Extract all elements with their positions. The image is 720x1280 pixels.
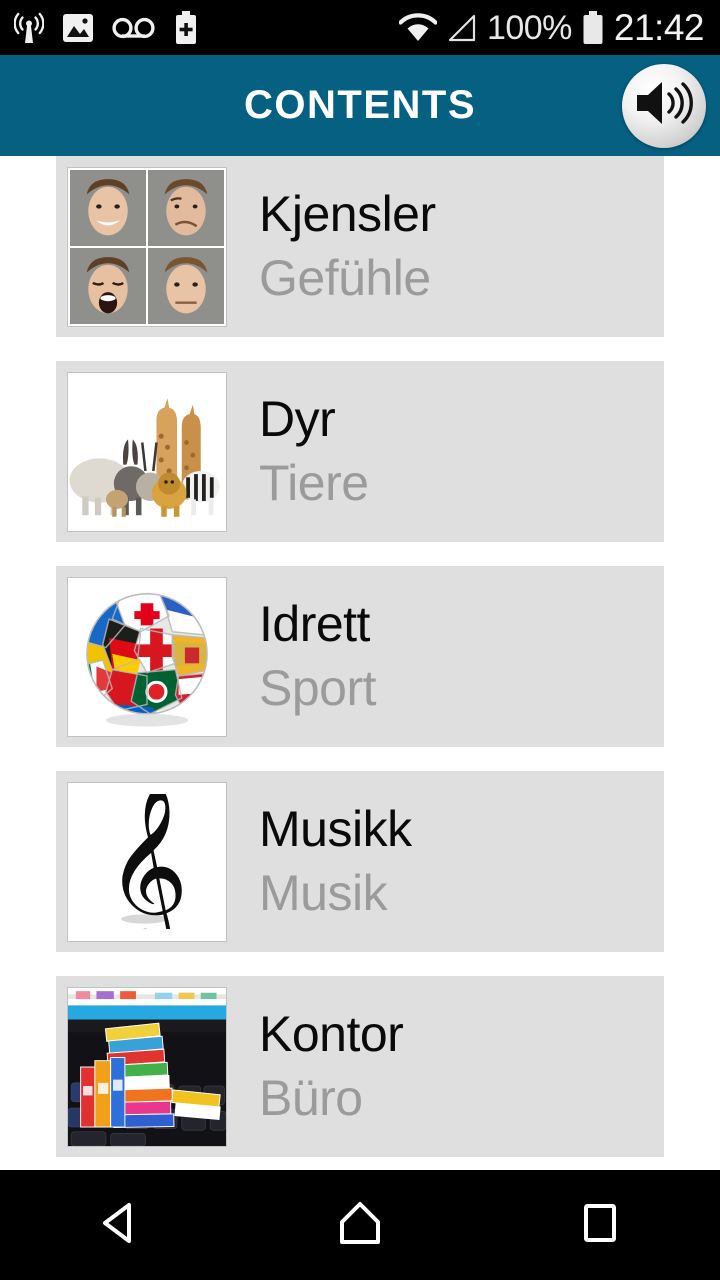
voicemail-icon bbox=[112, 15, 156, 41]
home-pentagon-icon bbox=[335, 1198, 385, 1253]
binders-on-keyboard-image bbox=[67, 986, 227, 1147]
battery-plus-icon bbox=[174, 10, 198, 45]
wifi-icon bbox=[398, 12, 437, 43]
status-bar-left-icons bbox=[14, 10, 198, 45]
status-bar-right-icons: 100% 21:42 bbox=[398, 7, 705, 48]
contents-list[interactable]: Kjensler Gefühle Dyr Tiere Idrett Sport … bbox=[0, 156, 720, 1170]
svg-text:𝄞: 𝄞 bbox=[105, 794, 189, 930]
list-item-subtitle: Tiere bbox=[259, 454, 369, 511]
status-bar: 100% 21:42 bbox=[0, 0, 720, 55]
list-item[interactable]: Kjensler Gefühle bbox=[56, 156, 664, 337]
list-item-labels: Kontor Büro bbox=[259, 1006, 404, 1127]
recents-square-icon bbox=[578, 1198, 622, 1253]
list-item[interactable]: Idrett Sport bbox=[56, 566, 664, 747]
signal-triangle-icon bbox=[447, 13, 477, 43]
battery-percent-label: 100% bbox=[486, 8, 572, 47]
list-item-subtitle: Musik bbox=[259, 864, 388, 921]
speaker-volume-icon bbox=[633, 77, 695, 134]
list-item[interactable]: Kontor Büro bbox=[56, 976, 664, 1157]
list-item-subtitle: Sport bbox=[259, 659, 377, 716]
list-item-labels: Dyr Tiere bbox=[259, 391, 369, 512]
speaker-volume-button[interactable] bbox=[622, 63, 706, 148]
clock-label: 21:42 bbox=[613, 7, 705, 48]
list-item-subtitle: Gefühle bbox=[259, 249, 431, 306]
list-item-title: Musikk bbox=[259, 801, 412, 857]
app-bar: CONTENTS bbox=[0, 55, 720, 156]
back-triangle-icon bbox=[97, 1199, 143, 1252]
list-item[interactable]: Dyr Tiere bbox=[56, 361, 664, 542]
list-item-title: Kjensler bbox=[259, 186, 436, 242]
battery-full-icon bbox=[582, 10, 604, 45]
list-item-labels: Idrett Sport bbox=[259, 596, 377, 717]
faces-emotions-grid-image bbox=[67, 166, 227, 327]
page-title: CONTENTS bbox=[244, 83, 476, 127]
list-item-title: Kontor bbox=[259, 1006, 404, 1062]
recents-button[interactable] bbox=[480, 1170, 720, 1280]
flags-soccer-ball-image bbox=[67, 576, 227, 737]
list-item-labels: Musikk Musik bbox=[259, 801, 412, 922]
list-item-title: Idrett bbox=[259, 596, 370, 652]
list-item-labels: Kjensler Gefühle bbox=[259, 186, 436, 307]
home-button[interactable] bbox=[240, 1170, 480, 1280]
back-button[interactable] bbox=[0, 1170, 240, 1280]
african-animals-group-image bbox=[67, 371, 227, 532]
treble-clef-image: 𝄞 bbox=[67, 781, 227, 942]
android-navigation-bar bbox=[0, 1170, 720, 1280]
cell-tower-icon bbox=[14, 11, 44, 45]
list-item-title: Dyr bbox=[259, 391, 336, 447]
list-item-subtitle: Büro bbox=[259, 1069, 363, 1126]
photo-icon bbox=[62, 13, 94, 43]
list-item[interactable]: 𝄞 Musikk Musik bbox=[56, 771, 664, 952]
